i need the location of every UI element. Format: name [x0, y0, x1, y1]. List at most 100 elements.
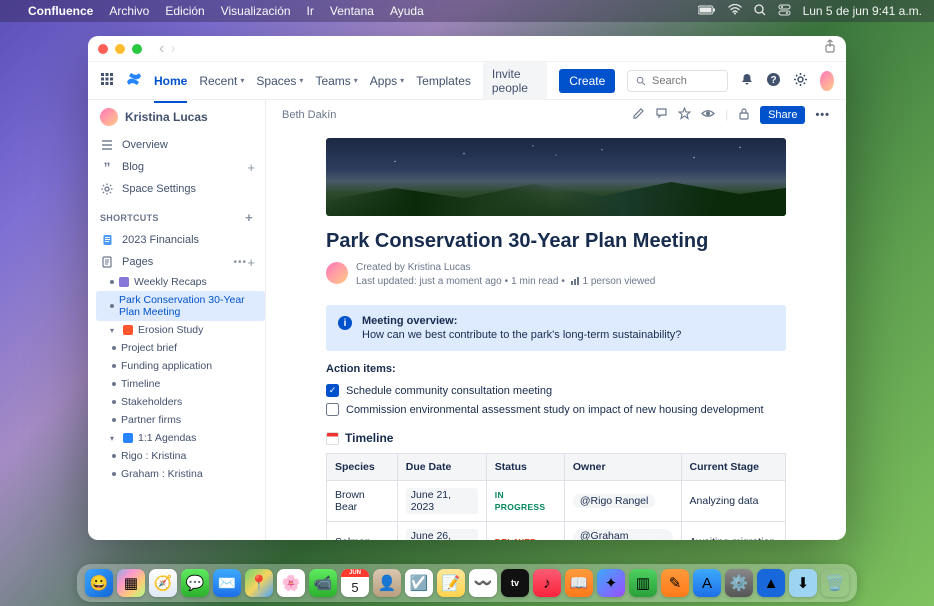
- nav-home[interactable]: Home: [154, 70, 187, 92]
- space-header[interactable]: Kristina Lucas: [88, 100, 265, 134]
- sidebar-blog[interactable]: ”Blog+: [88, 156, 265, 178]
- shortcuts-header: SHORTCUTS +: [88, 200, 265, 229]
- menubar-app-name[interactable]: Confluence: [28, 4, 93, 18]
- checkbox[interactable]: ✓: [326, 384, 339, 397]
- restrictions-icon[interactable]: [738, 107, 750, 123]
- space-name: Kristina Lucas: [125, 110, 208, 124]
- tree-item[interactable]: ▾Erosion Study: [96, 321, 265, 339]
- tree-item[interactable]: Stakeholders: [96, 393, 265, 411]
- nav-recent[interactable]: Recent▾: [199, 70, 244, 92]
- dock-photos[interactable]: 🌸: [277, 569, 305, 597]
- user-mention[interactable]: @Rigo Rangel: [573, 494, 655, 508]
- nav-spaces[interactable]: Spaces▾: [256, 70, 303, 92]
- control-center-icon[interactable]: [778, 4, 791, 19]
- profile-avatar[interactable]: [820, 71, 834, 91]
- search-icon[interactable]: [754, 4, 766, 19]
- menubar-item[interactable]: Edición: [165, 4, 204, 18]
- tree-item[interactable]: Graham : Kristina: [96, 465, 265, 483]
- pages-more[interactable]: •••: [233, 257, 247, 268]
- create-button[interactable]: Create: [559, 69, 615, 93]
- tree-item[interactable]: Weekly Recaps: [96, 273, 265, 291]
- tree-item[interactable]: Funding application: [96, 357, 265, 375]
- dock-notes[interactable]: 📝: [437, 569, 465, 597]
- dock-freeform[interactable]: 〰️: [469, 569, 497, 597]
- window-close[interactable]: [98, 44, 108, 54]
- checkbox[interactable]: [326, 403, 339, 416]
- dock-numbers[interactable]: ▥: [629, 569, 657, 597]
- confluence-logo-icon[interactable]: [126, 71, 142, 90]
- dock-reminders[interactable]: ☑️: [405, 569, 433, 597]
- dock-appstore[interactable]: A: [693, 569, 721, 597]
- edit-icon[interactable]: [632, 107, 645, 123]
- dock-messages[interactable]: 💬: [181, 569, 209, 597]
- shortcut-item[interactable]: 2023 Financials: [88, 229, 265, 251]
- comment-icon[interactable]: [655, 107, 668, 123]
- sidebar-space-settings[interactable]: Space Settings: [88, 178, 265, 200]
- nav-forward[interactable]: ›: [170, 40, 175, 58]
- dock-shortcuts[interactable]: ✦: [597, 569, 625, 597]
- add-shortcut-button[interactable]: +: [245, 210, 253, 225]
- watch-icon[interactable]: [701, 107, 715, 123]
- timeline-heading: Timeline: [326, 431, 786, 445]
- dock-maps[interactable]: 📍: [245, 569, 273, 597]
- dock-downloads[interactable]: ⬇: [789, 569, 817, 597]
- tree-item[interactable]: Partner firms: [96, 411, 265, 429]
- settings-icon[interactable]: [793, 72, 808, 90]
- add-page-button[interactable]: +: [247, 255, 255, 270]
- dock-books[interactable]: 📖: [565, 569, 593, 597]
- page-more-menu[interactable]: •••: [815, 109, 830, 121]
- menubar-item[interactable]: Visualización: [221, 4, 291, 18]
- dock-settings[interactable]: ⚙️: [725, 569, 753, 597]
- tree-item[interactable]: Rigo : Kristina: [96, 447, 265, 465]
- app-switcher-icon[interactable]: [100, 72, 114, 89]
- add-button[interactable]: +: [247, 160, 255, 175]
- dock-mail[interactable]: ✉️: [213, 569, 241, 597]
- sidebar: Kristina Lucas Overview”Blog+Space Setti…: [88, 100, 266, 540]
- menubar-clock[interactable]: Lun 5 de jun 9:41 a.m.: [803, 4, 922, 18]
- star-icon[interactable]: [678, 107, 691, 123]
- dock-finder[interactable]: 😀: [85, 569, 113, 597]
- dock-safari[interactable]: 🧭: [149, 569, 177, 597]
- user-mention[interactable]: @Graham McBride: [573, 529, 673, 540]
- nav-back[interactable]: ‹: [159, 40, 164, 58]
- tree-item[interactable]: Timeline: [96, 375, 265, 393]
- menubar-item[interactable]: Archivo: [109, 4, 149, 18]
- nav-templates[interactable]: Templates: [416, 70, 471, 92]
- share-button[interactable]: Share: [760, 106, 805, 124]
- dock-music[interactable]: ♪: [533, 569, 561, 597]
- pages-root[interactable]: Pages ••• +: [88, 251, 265, 273]
- dock-tv[interactable]: tv: [501, 569, 529, 597]
- bullet: [112, 364, 116, 368]
- tree-item[interactable]: Project brief: [96, 339, 265, 357]
- dock-contacts[interactable]: 👤: [373, 569, 401, 597]
- menubar-item[interactable]: Ayuda: [390, 4, 424, 18]
- window-zoom[interactable]: [132, 44, 142, 54]
- help-icon[interactable]: ?: [766, 72, 781, 90]
- breadcrumb-user[interactable]: Beth Dakín: [282, 109, 336, 121]
- dock-trash[interactable]: 🗑️: [821, 569, 849, 597]
- expand-caret[interactable]: ▾: [110, 326, 118, 335]
- dock-pages[interactable]: ✎: [661, 569, 689, 597]
- search-box[interactable]: [627, 70, 728, 92]
- menubar-item[interactable]: Ventana: [330, 4, 374, 18]
- macos-share-icon[interactable]: [824, 39, 836, 58]
- nav-teams[interactable]: Teams▾: [315, 70, 357, 92]
- notifications-icon[interactable]: [740, 72, 754, 89]
- space-avatar: [100, 108, 118, 126]
- dock-facetime[interactable]: 📹: [309, 569, 337, 597]
- nav-apps[interactable]: Apps▾: [370, 70, 404, 92]
- menubar-item[interactable]: Ir: [307, 4, 314, 18]
- dock-atlas[interactable]: ▲: [757, 569, 785, 597]
- battery-icon[interactable]: [698, 4, 716, 18]
- dock-calendar[interactable]: JUN5: [341, 569, 369, 597]
- tree-item[interactable]: ▾1:1 Agendas: [96, 429, 265, 447]
- search-input[interactable]: [652, 75, 719, 87]
- dock-launchpad[interactable]: ▦: [117, 569, 145, 597]
- wifi-icon[interactable]: [728, 4, 742, 18]
- sidebar-overview[interactable]: Overview: [88, 134, 265, 156]
- invite-people-button[interactable]: Invite people: [483, 62, 547, 100]
- svg-text:?: ?: [771, 75, 777, 86]
- window-minimize[interactable]: [115, 44, 125, 54]
- tree-item[interactable]: Park Conservation 30-Year Plan Meeting: [96, 291, 265, 321]
- expand-caret[interactable]: ▾: [110, 434, 118, 443]
